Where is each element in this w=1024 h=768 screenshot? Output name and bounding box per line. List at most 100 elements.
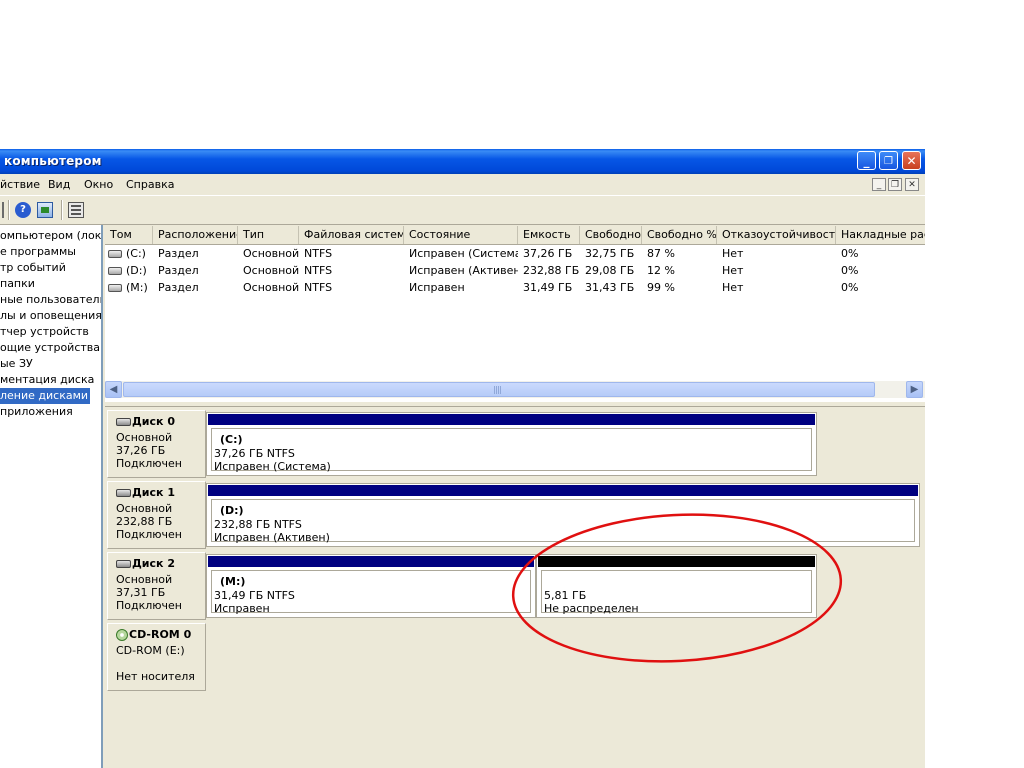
menu-view[interactable]: Вид (48, 178, 70, 191)
column-header-overhead[interactable]: Накладные рас (836, 226, 925, 244)
partition-d[interactable]: (D:) 232,88 ГБ NTFS Исправен (Активен) (206, 483, 920, 547)
disk-type: Основной (116, 573, 173, 586)
child-close-button[interactable]: ✕ (905, 178, 919, 191)
disk-label[interactable]: Диск 1 Основной 232,88 ГБ Подключен (107, 481, 206, 549)
hard-disk-icon (116, 418, 131, 426)
tree-item-defragmenter[interactable]: ментация диска (0, 372, 94, 388)
capacity-cell: 37,26 ГБ (523, 247, 573, 260)
tree-item-alerts[interactable]: лы и оповещения пр (0, 308, 101, 324)
partition-name: (D:) (220, 504, 244, 517)
tree-item-removable-storage[interactable]: ые ЗУ (0, 356, 33, 372)
child-minimize-button[interactable]: _ (872, 178, 886, 191)
layout-cell: Раздел (158, 247, 199, 260)
tree-item-local-users[interactable]: ные пользователи (0, 292, 101, 308)
title-bar[interactable]: компьютером _ ❐ ✕ (0, 149, 925, 174)
restore-button[interactable]: ❐ (879, 151, 898, 170)
volume-name: (D:) (126, 264, 147, 277)
file-system-cell: NTFS (304, 264, 333, 277)
partition-name: (M:) (220, 575, 246, 588)
partition-bar (208, 485, 918, 496)
cdrom-label[interactable]: CD-ROM 0 CD-ROM (E:) Нет носителя (107, 623, 206, 691)
hard-disk-icon (116, 560, 131, 568)
disk-size: 37,26 ГБ (116, 444, 166, 457)
tree-item-storage-devices[interactable]: ощие устройства (0, 340, 100, 356)
help-icon[interactable]: ? (15, 202, 31, 218)
window-title: компьютером (4, 154, 102, 168)
partition-size: 31,49 ГБ NTFS (214, 589, 295, 602)
tree-item-computer-management[interactable]: омпьютером (локалі (0, 228, 101, 244)
tree-item-event-viewer[interactable]: тр событий (0, 260, 66, 276)
disk-label[interactable]: Диск 0 Основной 37,26 ГБ Подключен (107, 410, 206, 478)
close-button[interactable]: ✕ (902, 151, 921, 170)
nav-arrow-icon[interactable] (0, 202, 4, 218)
free-space-cell: 29,08 ГБ (585, 264, 635, 277)
partition-body: (D:) 232,88 ГБ NTFS Исправен (Активен) (211, 499, 915, 544)
free-percent-cell: 12 % (647, 264, 675, 277)
minimize-button[interactable]: _ (857, 151, 876, 170)
column-header-capacity[interactable]: Емкость (518, 226, 580, 244)
hard-disk-icon (116, 489, 131, 497)
toolbar-separator (61, 200, 63, 220)
menu-action[interactable]: йствие (0, 178, 40, 191)
partition-body: (C:) 37,26 ГБ NTFS Исправен (Система) (211, 428, 812, 473)
overhead-cell: 0% (841, 281, 859, 294)
child-restore-button[interactable]: ❐ (888, 178, 902, 191)
status-cell: Исправен (Система) (409, 247, 518, 260)
column-header-type[interactable]: Тип (238, 226, 299, 244)
tree-item-programs[interactable]: е программы (0, 244, 76, 260)
column-header-free-percent[interactable]: Свободно % (642, 226, 717, 244)
column-header-fault-tolerance[interactable]: Отказоустойчивость (717, 226, 836, 244)
type-cell: Основной (243, 264, 299, 277)
scroll-left-button[interactable]: ◀ (105, 381, 122, 398)
column-header-volume[interactable]: Том (105, 226, 153, 244)
overhead-cell: 0% (841, 264, 859, 277)
table-row[interactable]: (M:) Раздел Основной NTFS Исправен 31,49… (105, 279, 925, 296)
fault-tolerance-cell: Нет (722, 264, 744, 277)
partition-c[interactable]: (C:) 37,26 ГБ NTFS Исправен (Система) (206, 412, 817, 476)
tree-item-disk-management[interactable]: ление дисками (0, 388, 91, 404)
disk-label[interactable]: Диск 2 Основной 37,31 ГБ Подключен (107, 552, 206, 620)
table-row[interactable]: (D:) Раздел Основной NTFS Исправен (Акти… (105, 262, 925, 279)
capacity-cell: 232,88 ГБ (523, 264, 580, 277)
free-percent-cell: 87 % (647, 247, 675, 260)
horizontal-scrollbar[interactable]: ◀ ▶ (105, 381, 925, 398)
computer-management-window: компьютером _ ❐ ✕ йствие Вид Окно Справк… (0, 149, 925, 768)
drive-icon (108, 267, 122, 275)
scroll-right-button[interactable]: ▶ (906, 381, 923, 398)
disk-row: Диск 1 Основной 232,88 ГБ Подключен (D:)… (105, 481, 925, 551)
disk-row: Диск 0 Основной 37,26 ГБ Подключен (C:) … (105, 410, 925, 480)
disk-name: Диск 2 (132, 557, 175, 570)
scrollbar-thumb[interactable] (123, 382, 875, 397)
disk-status: Подключен (116, 599, 182, 612)
partition-m[interactable]: (M:) 31,49 ГБ NTFS Исправен (206, 554, 536, 618)
disk-type: Основной (116, 431, 173, 444)
column-header-file-system[interactable]: Файловая система (299, 226, 404, 244)
column-header-status[interactable]: Состояние (404, 226, 518, 244)
console-tree: омпьютером (локалі е программы тр событи… (0, 225, 103, 768)
disk-size: 37,31 ГБ (116, 586, 166, 599)
drive-icon (108, 250, 122, 258)
free-percent-cell: 99 % (647, 281, 675, 294)
column-header-layout[interactable]: Расположение (153, 226, 238, 244)
partition-state: Исправен (214, 602, 270, 615)
refresh-icon[interactable] (37, 202, 53, 218)
fault-tolerance-cell: Нет (722, 281, 744, 294)
menu-window[interactable]: Окно (84, 178, 113, 191)
disk-status: Подключен (116, 528, 182, 541)
partition-bar (538, 556, 815, 567)
partition-state: Не распределен (544, 602, 639, 615)
disk-status: Подключен (116, 457, 182, 470)
partition-state: Исправен (Активен) (214, 531, 330, 544)
tree-item-device-manager[interactable]: тчер устройств (0, 324, 89, 340)
table-row[interactable]: (C:) Раздел Основной NTFS Исправен (Сист… (105, 245, 925, 262)
tree-item-applications[interactable]: приложения (0, 404, 73, 420)
partition-bar (208, 556, 534, 567)
disk-graphical-view: Диск 0 Основной 37,26 ГБ Подключен (C:) … (105, 407, 925, 768)
unallocated-space[interactable]: 5,81 ГБ Не распределен (536, 554, 817, 618)
menu-help[interactable]: Справка (126, 178, 174, 191)
partition-body: 5,81 ГБ Не распределен (541, 570, 812, 615)
drive-icon (108, 284, 122, 292)
properties-icon[interactable] (68, 202, 84, 218)
column-header-free-space[interactable]: Свободно (580, 226, 642, 244)
tree-item-shared-folders[interactable]: папки (0, 276, 35, 292)
